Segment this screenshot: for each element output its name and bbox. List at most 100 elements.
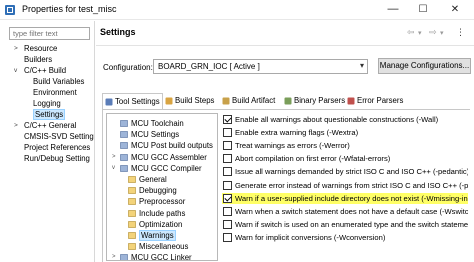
tab-build-steps[interactable]: Build Steps [163, 93, 220, 109]
warning-label: Warn when a switch statement does not ha… [235, 206, 468, 216]
warning-label: Warn for implicit conversions (-Wconvers… [235, 232, 386, 242]
maximize-button[interactable]: ☐ [412, 2, 434, 18]
settings-page-icon [128, 187, 136, 194]
warning-label: Issue all warnings demanded by strict IS… [235, 167, 468, 177]
warning-label: Treat warnings as errors (-Werror) [235, 141, 350, 151]
nav-item-settings[interactable]: Settings [0, 109, 95, 120]
warning-option[interactable]: Treat warnings as errors (-Werror) [222, 140, 468, 151]
nav-item-c-c-general[interactable]: > C/C++ General [0, 120, 95, 131]
tool-item-label: MCU GCC Linker [131, 253, 192, 261]
warning-option[interactable]: Issue all warnings demanded by strict IS… [222, 166, 468, 177]
tab-label: Tool Settings [115, 97, 160, 106]
warning-checkbox[interactable] [223, 154, 232, 164]
warning-checkbox[interactable] [223, 219, 232, 229]
warning-checkbox[interactable] [223, 167, 232, 177]
tool-item-label: Include paths [139, 208, 186, 218]
warning-option[interactable]: Enable extra warning flags (-Wextra) [222, 127, 468, 138]
binary-parsers-icon [284, 97, 292, 105]
settings-tabs: Tool Settings Build Steps Build Artifact Bi… [102, 93, 470, 109]
tool-icon [120, 164, 128, 172]
tool-item-label: General [139, 175, 167, 184]
tab-build-artifact[interactable]: Build Artifact [220, 93, 282, 109]
warning-checkbox[interactable] [223, 128, 232, 138]
tool-settings-icon [105, 98, 113, 106]
warning-label: Warn if a user-supplied include director… [235, 193, 468, 203]
chevron-right-icon[interactable]: > [14, 43, 18, 54]
nav-item-label: Environment [33, 88, 77, 97]
forward-menu-icon[interactable]: ▾ [440, 29, 444, 37]
tool-icon [120, 120, 128, 127]
warning-option[interactable]: Warn for implicit conversions (-Wconvers… [222, 232, 468, 243]
back-menu-icon[interactable]: ▾ [418, 29, 422, 37]
tool-item-label: Miscellaneous [139, 242, 189, 252]
warning-checkbox[interactable] [223, 115, 232, 124]
back-arrow-icon[interactable]: ⇦ [407, 27, 415, 38]
configuration-select[interactable]: BOARD_GRN_IOC [ Active ] ▾ [153, 59, 368, 74]
tool-settings-tree: MCU Toolchain MCU Settings MCU Post build … [106, 113, 218, 261]
chevron-down-icon: ▾ [359, 61, 364, 70]
nav-item-c-c-build[interactable]: v C/C++ Build [0, 65, 95, 76]
warning-option[interactable]: Enable all warnings about questionable c… [222, 114, 468, 125]
warning-option[interactable]: Warn when a switch statement does not ha… [222, 206, 468, 217]
chevron-right-icon[interactable]: > [14, 120, 18, 131]
nav-item-label: CMSIS-SVD Setting [24, 132, 94, 141]
tool-item-label: MCU GCC Compiler [131, 163, 202, 173]
close-button[interactable]: ✕ [444, 2, 466, 18]
tool-item-label: MCU Toolchain [131, 119, 184, 128]
tool-icon [120, 142, 128, 150]
chevron-down-icon[interactable]: v [112, 163, 115, 174]
tab-label: Build Artifact [232, 96, 276, 105]
chevron-down-icon[interactable]: v [14, 65, 17, 76]
nav-item-label: Settings [33, 109, 66, 120]
error-parsers-icon [347, 97, 355, 105]
nav-item-label: C/C++ Build [24, 66, 67, 75]
warning-checkbox[interactable] [223, 232, 232, 242]
tool-item-label: Preprocessor [139, 197, 186, 207]
warning-checkbox[interactable] [223, 180, 232, 190]
nav-item-builders[interactable]: Builders [0, 54, 95, 65]
warning-label: Abort compilation on first error (-Wfata… [235, 154, 391, 164]
view-menu-icon[interactable]: ⋮ [456, 27, 465, 38]
tab-error-parsers[interactable]: Error Parsers [345, 93, 407, 109]
nav-item-resource[interactable]: > Resource [0, 43, 95, 54]
settings-page-icon [128, 243, 136, 250]
tool-item-label: Warnings [139, 230, 176, 241]
nav-item-label: Resource [24, 44, 58, 53]
chevron-right-icon[interactable]: > [112, 152, 116, 163]
nav-item-logging[interactable]: Logging [0, 98, 95, 109]
nav-item-label: C/C++ General [24, 121, 77, 130]
page-title: Settings [100, 27, 136, 37]
build-artifact-icon [222, 97, 230, 105]
warning-label: Enable all warnings about questionable c… [235, 115, 439, 124]
warning-option[interactable]: Warn if a user-supplied include director… [222, 192, 468, 204]
tab-tool-settings[interactable]: Tool Settings [102, 93, 163, 109]
warning-option[interactable]: Abort compilation on first error (-Wfata… [222, 153, 468, 164]
nav-item-cmsis-svd-setting[interactable]: CMSIS-SVD Setting [0, 131, 95, 142]
nav-item-label: Project References [24, 143, 91, 152]
nav-item-label: Builders [24, 55, 53, 64]
chevron-right-icon[interactable]: > [112, 252, 116, 260]
warning-checkbox[interactable] [223, 141, 232, 151]
warnings-options-list: Enable all warnings about questionable c… [222, 113, 468, 261]
warning-option[interactable]: Generate error instead of warnings from … [222, 180, 468, 191]
settings-header: Settings ⇦ ▾ ⇨ ▾ ⋮ [96, 21, 474, 43]
forward-arrow-icon[interactable]: ⇨ [429, 27, 437, 38]
nav-item-build-variables[interactable]: Build Variables [0, 76, 95, 87]
tab-binary-parsers[interactable]: Binary Parsers [282, 93, 345, 109]
tool-item-label: MCU Post build outputs [131, 141, 213, 151]
warning-checkbox[interactable] [223, 193, 232, 203]
manage-configurations-button[interactable]: Manage Configurations... [378, 58, 471, 74]
nav-item-project-references[interactable]: Project References [0, 142, 95, 153]
filter-input[interactable] [9, 27, 90, 40]
build-steps-icon [165, 97, 173, 105]
tool-icon [120, 131, 128, 138]
warning-checkbox[interactable] [223, 206, 232, 216]
configuration-label: Configuration: [103, 63, 153, 72]
warning-label: Warn if switch is used on an enumerated … [235, 219, 468, 229]
warning-label: Enable extra warning flags (-Wextra) [235, 128, 359, 138]
minimize-button[interactable]: — [382, 2, 404, 18]
nav-item-environment[interactable]: Environment [0, 87, 95, 98]
nav-item-label: Logging [33, 99, 61, 108]
nav-item-run-debug-setting[interactable]: Run/Debug Setting [0, 153, 95, 164]
warning-option[interactable]: Warn if switch is used on an enumerated … [222, 219, 468, 230]
